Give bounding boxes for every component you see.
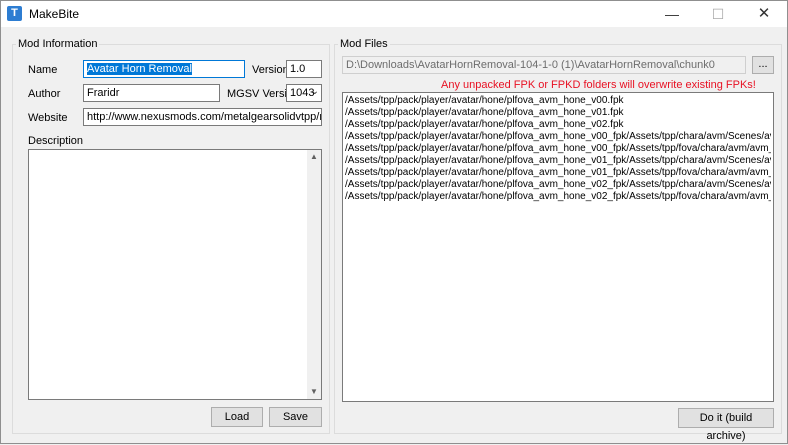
file-list-item[interactable]: /Assets/tpp/pack/player/avatar/hone/plfo… [345,179,771,191]
file-list-item[interactable]: /Assets/tpp/pack/player/avatar/hone/plfo… [345,155,771,167]
file-list-item[interactable]: /Assets/tpp/pack/player/avatar/hone/plfo… [345,143,771,155]
window-title: MakeBite [29,7,80,21]
build-archive-button[interactable]: Do it (build archive) [678,408,774,442]
website-label: Website [28,112,68,124]
chevron-down-icon: ⌄ [310,86,319,97]
minimize-button[interactable]: — [649,1,695,27]
mgsv-version-select[interactable]: 1043 ⌄ [286,84,322,102]
browse-button[interactable]: ... [752,56,774,74]
mod-files-path-input[interactable]: D:\Downloads\AvatarHornRemoval-104-1-0 (… [342,56,746,74]
load-button[interactable]: Load [211,407,263,427]
author-input[interactable]: Fraridr [83,84,220,102]
website-input[interactable]: http://www.nexusmods.com/metalgearsolidv… [83,108,322,126]
version-label: Version [252,64,289,76]
mod-files-label: Mod Files [338,38,390,50]
description-textarea[interactable]: ▲ ▼ [28,149,322,400]
file-list-item[interactable]: /Assets/tpp/pack/player/avatar/hone/plfo… [345,95,771,107]
mod-files-list[interactable]: /Assets/tpp/pack/player/avatar/hone/plfo… [342,92,774,402]
author-label: Author [28,88,61,100]
description-label: Description [28,135,84,147]
mod-information-label: Mod Information [16,38,100,50]
file-list: /Assets/tpp/pack/player/avatar/hone/plfo… [343,93,773,205]
version-input[interactable]: 1.0 [286,60,322,78]
file-list-item[interactable]: /Assets/tpp/pack/player/avatar/hone/plfo… [345,167,771,179]
file-list-item[interactable]: /Assets/tpp/pack/player/avatar/hone/plfo… [345,131,771,143]
close-button[interactable]: ✕ [741,1,787,27]
overwrite-warning: Any unpacked FPK or FPKD folders will ov… [441,79,756,91]
name-label: Name [28,64,58,76]
maximize-button[interactable]: ☐ [695,1,741,27]
file-list-item[interactable]: /Assets/tpp/pack/player/avatar/hone/plfo… [345,107,771,119]
file-list-item[interactable]: /Assets/tpp/pack/player/avatar/hone/plfo… [345,119,771,131]
name-value: Avatar Horn Removal [87,63,192,75]
title-bar: T MakeBite — ☐ ✕ [1,1,787,27]
save-button[interactable]: Save [269,407,322,427]
app-icon: T [7,6,22,21]
scroll-up-arrow-icon[interactable]: ▲ [307,150,321,164]
name-input[interactable]: Avatar Horn Removal [83,60,245,78]
makebite-window: T MakeBite — ☐ ✕ Mod Information Name Av… [0,0,788,444]
file-list-item[interactable]: /Assets/tpp/pack/player/avatar/hone/plfo… [345,191,771,203]
description-scrollbar[interactable]: ▲ ▼ [307,150,321,399]
scroll-down-arrow-icon[interactable]: ▼ [307,385,321,399]
